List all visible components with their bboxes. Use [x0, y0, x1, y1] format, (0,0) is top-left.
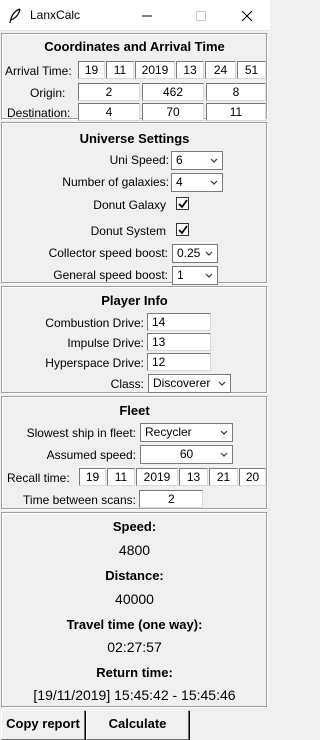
- player-heading: Player Info: [101, 293, 168, 308]
- impulse-drive-label: Impulse Drive:: [67, 336, 144, 350]
- chevron-down-icon: [205, 251, 213, 256]
- slowest-ship-value: Recycler: [145, 425, 192, 439]
- speed-value: 4800: [118, 542, 151, 558]
- assumed-speed-select[interactable]: 60: [140, 445, 233, 464]
- travel-time-value: 02:27:57: [107, 639, 162, 655]
- distance-value: 40000: [115, 591, 154, 607]
- chevron-down-icon: [218, 381, 226, 386]
- window-title: LanxCalc: [30, 8, 81, 22]
- assumed-speed-label: Assumed speed:: [46, 448, 136, 462]
- coordinates-panel: Coordinates and Arrival Time Arrival Tim…: [1, 33, 268, 121]
- recall-time-label: Recall time:: [7, 471, 70, 485]
- collector-boost-select[interactable]: 0.25: [172, 244, 218, 263]
- universe-settings-panel: Universe Settings Uni Speed: 6 Number of…: [1, 122, 268, 285]
- chevron-down-icon: [220, 452, 228, 457]
- general-boost-label: General speed boost:: [53, 268, 168, 282]
- universe-heading: Universe Settings: [79, 131, 190, 146]
- title-bar: LanxCalc: [0, 0, 270, 31]
- galaxies-value: 4: [176, 175, 183, 189]
- return-time-label: Return time:: [96, 665, 173, 680]
- destination-planet-input[interactable]: 11: [206, 103, 266, 121]
- recall-year-input[interactable]: 2019: [136, 468, 178, 486]
- hyperspace-drive-input[interactable]: 12: [147, 353, 211, 371]
- arrival-hour-input[interactable]: 13: [176, 61, 204, 79]
- hyperspace-drive-label: Hyperspace Drive:: [45, 356, 144, 370]
- class-select[interactable]: Discoverer: [148, 374, 231, 393]
- uni-speed-select[interactable]: 6: [171, 151, 223, 170]
- combustion-drive-label: Combustion Drive:: [45, 316, 144, 330]
- arrival-year-input[interactable]: 2019: [135, 61, 175, 79]
- checkmark-icon: [178, 199, 188, 209]
- assumed-speed-value: 60: [179, 447, 194, 461]
- close-button[interactable]: [232, 0, 262, 31]
- donut-system-checkbox[interactable]: [176, 223, 189, 236]
- origin-planet-input[interactable]: 8: [206, 83, 266, 101]
- recall-hour-input[interactable]: 13: [179, 468, 208, 486]
- combustion-drive-input[interactable]: 14: [147, 313, 211, 331]
- recall-minute-input[interactable]: 21: [209, 468, 238, 486]
- galaxies-select[interactable]: 4: [171, 173, 223, 192]
- destination-galaxy-input[interactable]: 4: [78, 103, 140, 121]
- chevron-down-icon: [220, 430, 228, 435]
- maximize-icon: [196, 11, 206, 21]
- origin-galaxy-input[interactable]: 2: [78, 83, 140, 101]
- arrival-minute-input[interactable]: 24: [205, 61, 236, 79]
- scan-interval-input[interactable]: 2: [139, 490, 203, 508]
- arrival-second-input[interactable]: 51: [237, 61, 266, 79]
- donut-galaxy-checkbox[interactable]: [176, 197, 189, 210]
- maximize-button: [186, 0, 216, 31]
- arrival-day-input[interactable]: 19: [78, 61, 105, 79]
- destination-label: Destination:: [7, 106, 71, 120]
- close-icon: [241, 10, 253, 22]
- uni-speed-value: 6: [176, 153, 183, 167]
- scan-interval-label: Time between scans:: [23, 493, 136, 507]
- calculate-button[interactable]: Calculate: [86, 710, 189, 740]
- chevron-down-icon: [205, 273, 213, 278]
- uni-speed-label: Uni Speed:: [109, 153, 169, 167]
- copy-report-button[interactable]: Copy report: [1, 710, 85, 740]
- galaxies-label: Number of galaxies:: [62, 175, 169, 189]
- coordinates-heading: Coordinates and Arrival Time: [44, 39, 225, 54]
- feather-icon: [9, 8, 21, 24]
- minimize-button[interactable]: [132, 0, 162, 31]
- class-label: Class:: [110, 377, 144, 391]
- speed-label: Speed:: [112, 519, 157, 534]
- arrival-time-label: Arrival Time:: [5, 64, 72, 78]
- chevron-down-icon: [210, 180, 218, 185]
- general-boost-select[interactable]: 1: [172, 266, 218, 285]
- distance-label: Distance:: [105, 568, 164, 583]
- origin-system-input[interactable]: 462: [142, 83, 204, 101]
- arrival-month-input[interactable]: 11: [106, 61, 134, 79]
- fleet-heading: Fleet: [119, 403, 150, 418]
- slowest-ship-select[interactable]: Recycler: [140, 423, 233, 442]
- donut-system-label: Donut System: [90, 224, 166, 238]
- general-boost-value: 1: [177, 268, 184, 282]
- player-info-panel: Player Info Combustion Drive: 14 Impulse…: [1, 286, 268, 394]
- slowest-ship-label: Slowest ship in fleet:: [26, 426, 136, 440]
- checkmark-icon: [178, 225, 188, 235]
- results-panel: Speed: 4800 Distance: 40000 Travel time …: [1, 512, 268, 708]
- destination-system-input[interactable]: 70: [142, 103, 204, 121]
- recall-day-input[interactable]: 19: [79, 468, 106, 486]
- travel-time-label: Travel time (one way):: [66, 617, 203, 632]
- fleet-panel: Fleet Slowest ship in fleet: Recycler As…: [1, 396, 268, 510]
- return-time-value: [19/11/2019] 15:45:42 - 15:45:46: [33, 687, 236, 703]
- origin-label: Origin:: [30, 86, 66, 100]
- chevron-down-icon: [210, 158, 218, 163]
- donut-galaxy-label: Donut Galaxy: [93, 198, 166, 212]
- collector-boost-label: Collector speed boost:: [48, 246, 168, 260]
- minimize-icon: [142, 15, 152, 17]
- collector-boost-value: 0.25: [177, 246, 201, 260]
- recall-month-input[interactable]: 11: [107, 468, 135, 486]
- recall-second-input[interactable]: 20: [239, 468, 266, 486]
- impulse-drive-input[interactable]: 13: [147, 333, 211, 351]
- class-value: Discoverer: [153, 376, 211, 390]
